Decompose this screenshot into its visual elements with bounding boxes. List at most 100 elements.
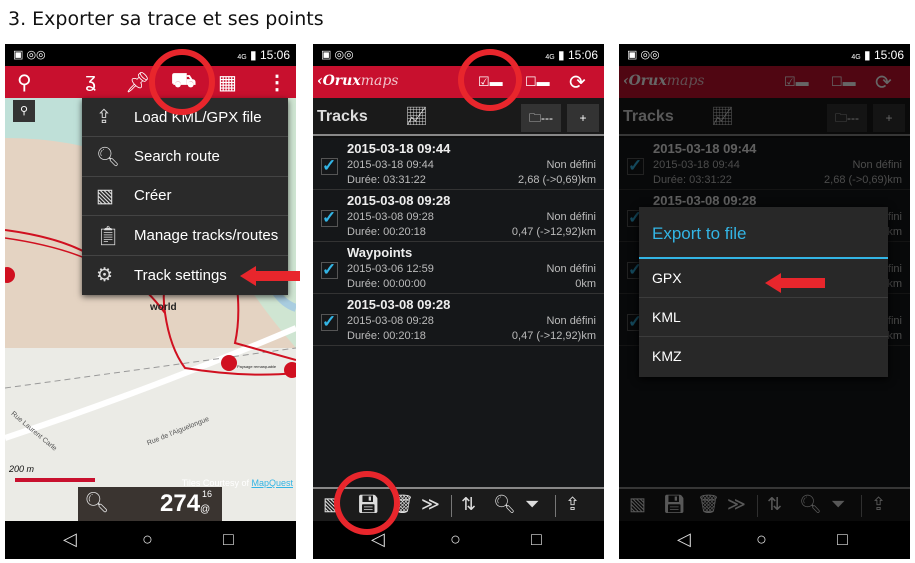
track-name: 2015-03-08 09:28 bbox=[347, 297, 451, 312]
add-button[interactable]: + bbox=[567, 104, 599, 132]
back-button[interactable]: ◁ bbox=[63, 529, 77, 550]
track-date: 2015-03-18 09:44 bbox=[347, 159, 434, 171]
track-checkbox[interactable]: ✓ bbox=[321, 313, 338, 331]
phone-screen-map: ⚲ world Paysage remarquable Rue de l'Aig… bbox=[5, 44, 296, 559]
gear-icon: ⚙ bbox=[96, 264, 114, 286]
track-duration: Durée: 03:31:22 bbox=[347, 174, 426, 186]
upload-icon[interactable]: ⇪ bbox=[565, 494, 580, 515]
track-row[interactable]: ✓ 2015-03-08 09:28 2015-03-08 09:28 Duré… bbox=[313, 190, 604, 242]
location-pin-icon[interactable]: ⚲ bbox=[17, 70, 32, 95]
scale-label: 200 m bbox=[9, 464, 35, 474]
altitude-panel: 🔍︎ 274 16 @ bbox=[78, 487, 222, 521]
clock: 15:06 bbox=[259, 48, 290, 62]
menu-item-search-route[interactable]: 🔍︎ Search route bbox=[82, 137, 288, 177]
track-type: Non défini bbox=[546, 159, 596, 171]
menu-item-label: Manage tracks/routes bbox=[134, 226, 279, 244]
export-option-gpx[interactable]: GPX bbox=[639, 259, 888, 298]
logo-text: Orux bbox=[322, 73, 361, 89]
android-nav-bar: ◁ ○ □ bbox=[619, 521, 910, 559]
menu-item-label: Search route bbox=[134, 148, 220, 166]
track-duration: Durée: 00:00:00 bbox=[347, 278, 426, 290]
highlight-circle bbox=[149, 49, 215, 115]
notification-icons: ▣ ◎◎ bbox=[627, 49, 660, 61]
track-duration: Durée: 00:20:18 bbox=[347, 226, 426, 238]
tracks-header: Tracks 📈︎ 🗀--- + bbox=[313, 98, 604, 136]
search-icon[interactable]: 🔍︎ bbox=[493, 494, 516, 515]
track-distance: 0,47 (->12,92)km bbox=[511, 226, 596, 238]
divider bbox=[555, 495, 556, 517]
poi-label: Paysage remarquable bbox=[237, 364, 277, 369]
network-indicator: 4G bbox=[851, 54, 861, 61]
status-bar: ▣ ◎◎ 4G ▮ 15:06 bbox=[619, 44, 910, 66]
home-button[interactable]: ○ bbox=[756, 529, 767, 550]
map-icon[interactable]: ▦ bbox=[218, 70, 237, 95]
mapquest-link[interactable]: MapQuest bbox=[251, 478, 293, 488]
annotation-arrow bbox=[765, 273, 825, 293]
track-name: 2015-03-18 09:44 bbox=[347, 141, 451, 156]
recents-button[interactable]: □ bbox=[531, 529, 542, 550]
track-row[interactable]: ✓ 2015-03-08 09:28 2015-03-08 09:28 Duré… bbox=[313, 294, 604, 346]
altitude-value: 274 bbox=[160, 490, 201, 517]
network-indicator: 4G bbox=[545, 54, 555, 61]
merge-icon[interactable]: ≫ bbox=[421, 494, 440, 515]
track-date: 2015-03-06 12:59 bbox=[347, 263, 434, 275]
track-checkbox[interactable]: ✓ bbox=[321, 209, 338, 227]
page-heading: 3. Exporter sa trace et ses points bbox=[8, 8, 324, 30]
highlight-circle bbox=[334, 471, 400, 535]
track-row[interactable]: ✓ Waypoints 2015-03-06 12:59 Durée: 00:0… bbox=[313, 242, 604, 294]
altitude-sub: @ bbox=[200, 504, 211, 515]
deselect-all-icon[interactable]: ☐▬ bbox=[525, 74, 550, 90]
recents-button[interactable]: □ bbox=[837, 529, 848, 550]
export-dialog: Export to file GPX KML KMZ bbox=[639, 207, 888, 377]
track-row[interactable]: ✓ 2015-03-18 09:44 2015-03-18 09:44 Duré… bbox=[313, 138, 604, 190]
track-type: Non défini bbox=[546, 211, 596, 223]
menu-item-manage-tracks[interactable]: 📋︎ Manage tracks/routes bbox=[82, 216, 288, 256]
sort-icon[interactable]: ⇅ bbox=[461, 494, 476, 515]
app-logo[interactable]: ‹Oruxmaps bbox=[317, 73, 399, 89]
status-bar: ▣ ◎◎ 4G ▮ 15:06 bbox=[5, 44, 296, 66]
annotation-arrow bbox=[240, 266, 300, 286]
chart-icon[interactable]: 📈︎ bbox=[405, 106, 428, 127]
track-distance: 0km bbox=[575, 278, 596, 290]
create-map-icon: ▧ bbox=[96, 185, 114, 207]
layers-button[interactable]: ⚲ bbox=[13, 100, 35, 122]
track-type: Non défini bbox=[546, 315, 596, 327]
route-icon[interactable]: ʓ bbox=[85, 70, 96, 93]
home-button[interactable]: ○ bbox=[142, 529, 153, 550]
track-type: Non défini bbox=[546, 263, 596, 275]
dialog-title: Export to file bbox=[639, 207, 888, 259]
folder-button[interactable]: 🗀--- bbox=[521, 104, 561, 132]
clipboard-icon: 📋︎ bbox=[96, 226, 121, 248]
notification-icons: ▣ ◎◎ bbox=[321, 49, 354, 61]
overflow-menu-icon[interactable]: ⋮ bbox=[267, 70, 287, 95]
track-distance: 2,68 (->0,69)km bbox=[518, 174, 596, 186]
search-icon: 🔍︎ bbox=[96, 147, 121, 169]
highlight-circle bbox=[458, 49, 522, 111]
upload-icon: ⇪ bbox=[96, 107, 112, 128]
tracks-title: Tracks bbox=[317, 108, 368, 125]
status-bar: ▣ ◎◎ 4G ▮ 15:06 bbox=[313, 44, 604, 66]
filter-icon[interactable]: ⏷ bbox=[525, 494, 539, 515]
track-checkbox[interactable]: ✓ bbox=[321, 261, 338, 279]
refresh-icon[interactable]: ⟳ bbox=[569, 70, 586, 95]
logo-text: maps bbox=[360, 73, 399, 89]
track-distance: 0,47 (->12,92)km bbox=[511, 330, 596, 342]
search-icon[interactable]: 🔍︎ bbox=[84, 490, 109, 515]
track-date: 2015-03-08 09:28 bbox=[347, 315, 434, 327]
clock: 15:06 bbox=[567, 48, 598, 62]
track-duration: Durée: 00:20:18 bbox=[347, 330, 426, 342]
altitude-sup: 16 bbox=[202, 489, 213, 499]
back-button[interactable]: ◁ bbox=[677, 529, 691, 550]
folder-label: --- bbox=[541, 111, 553, 125]
export-option-kml[interactable]: KML bbox=[639, 298, 888, 337]
menu-item-create[interactable]: ▧ Créer bbox=[82, 177, 288, 217]
menu-item-label: Load KML/GPX file bbox=[134, 108, 262, 126]
home-button[interactable]: ○ bbox=[450, 529, 461, 550]
recents-button[interactable]: □ bbox=[223, 529, 234, 550]
map-label: world bbox=[150, 302, 177, 313]
divider bbox=[451, 495, 452, 517]
export-option-kmz[interactable]: KMZ bbox=[639, 337, 888, 376]
network-indicator: 4G bbox=[237, 54, 247, 61]
pin-icon[interactable]: 📌︎ bbox=[125, 70, 150, 95]
track-checkbox[interactable]: ✓ bbox=[321, 157, 338, 175]
